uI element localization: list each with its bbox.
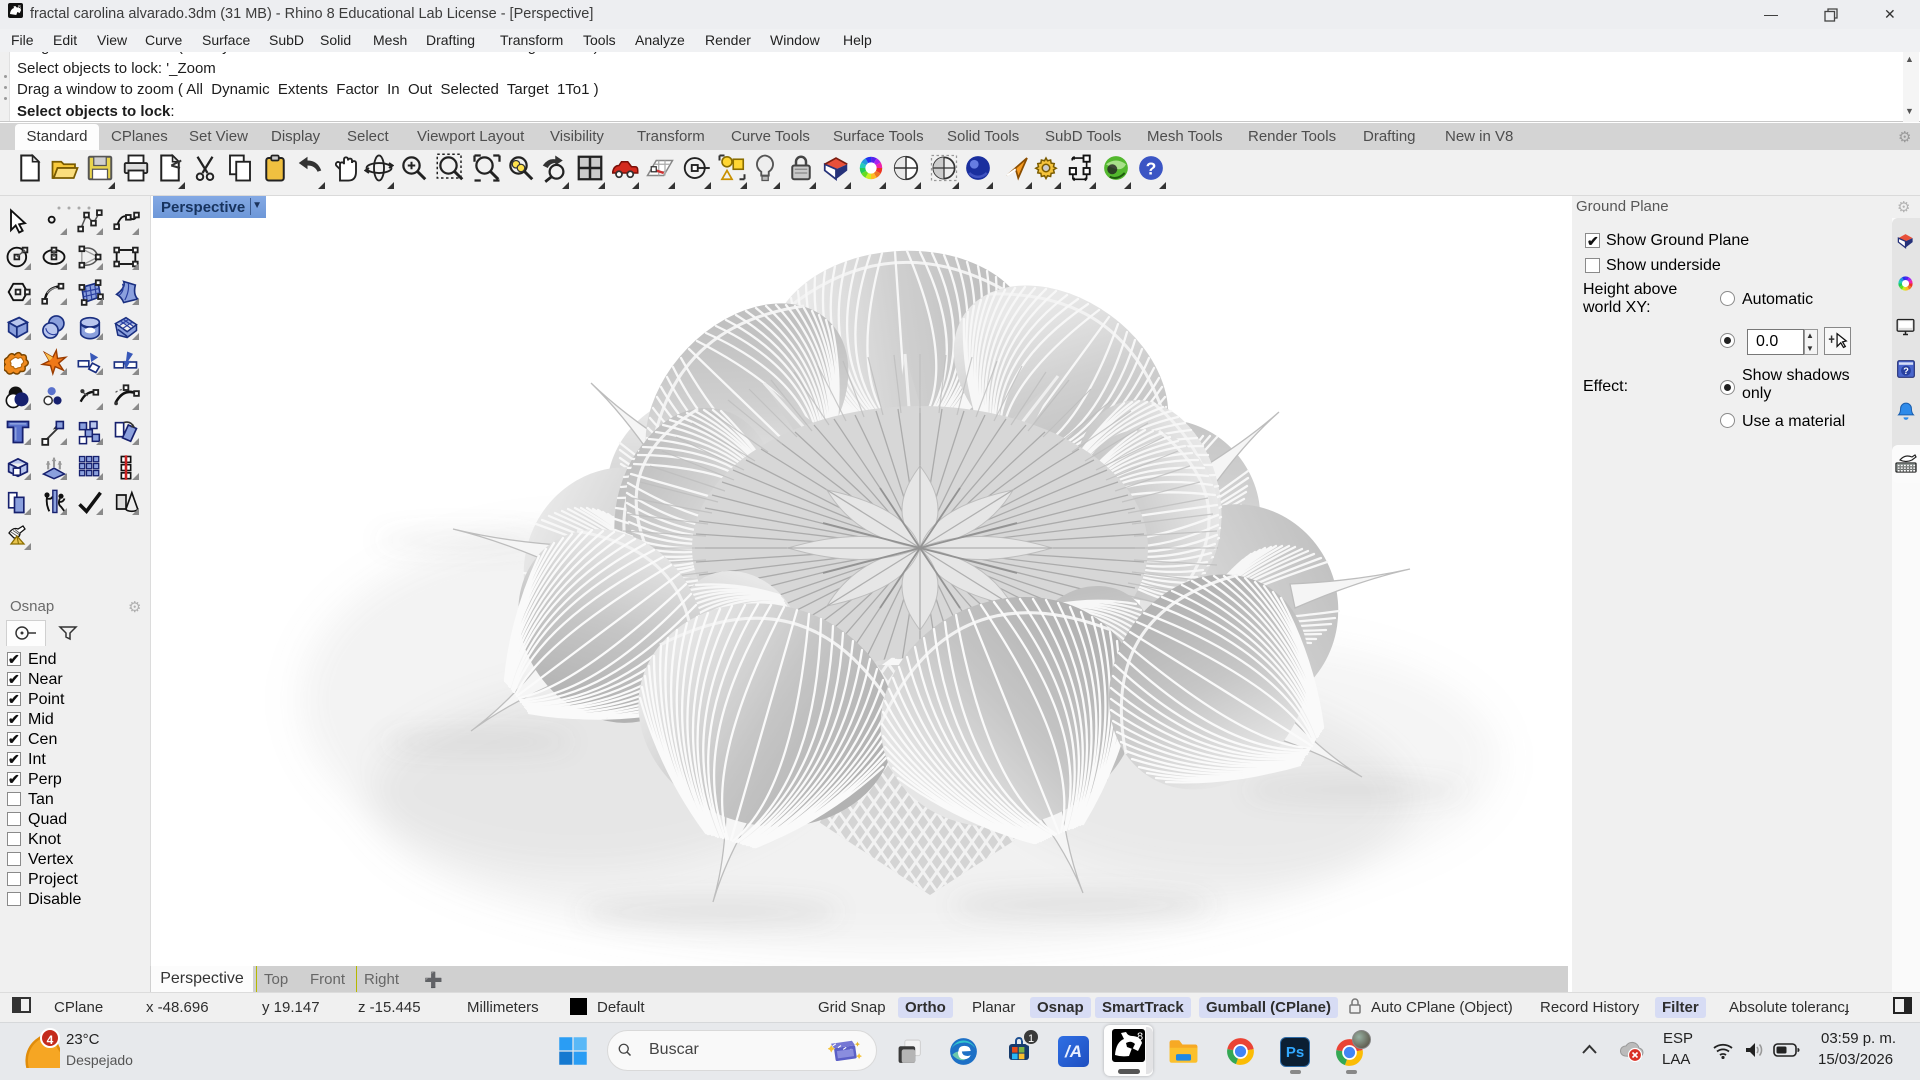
svg-text:8: 8 xyxy=(18,5,21,11)
svg-text:?: ? xyxy=(1146,158,1157,178)
svg-text:8: 8 xyxy=(1137,1031,1143,1043)
svg-text:?: ? xyxy=(1903,366,1909,376)
